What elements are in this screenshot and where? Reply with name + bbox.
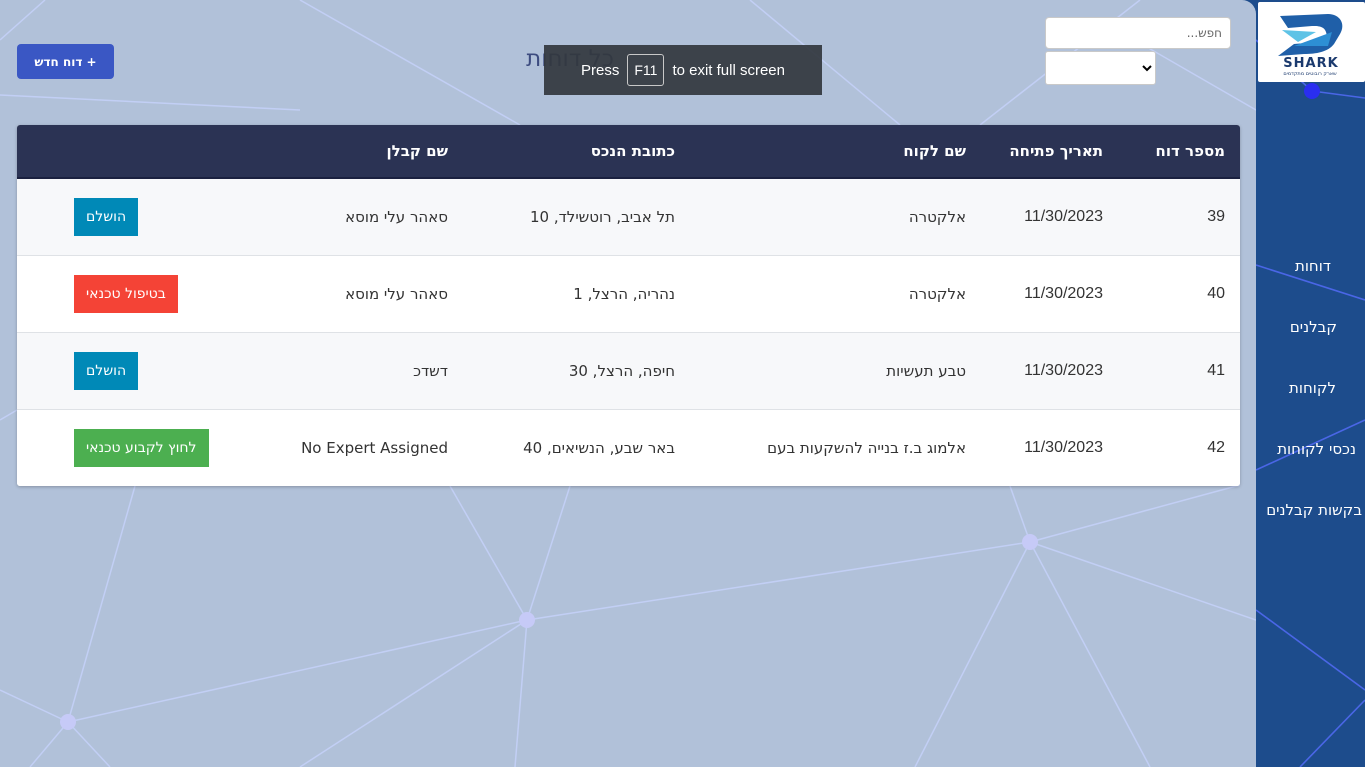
cell-status: לחוץ לקבוע טכנאי — [17, 409, 236, 486]
cell-open-date: 11/30/2023 — [1024, 207, 1103, 225]
table-row[interactable]: 42 11/30/2023 אלמוג ב.ז בנייה להשקעות בע… — [17, 409, 1240, 486]
cell-open-date: 11/30/2023 — [1024, 284, 1103, 302]
table-row[interactable]: 40 11/30/2023 אלקטרה נהריה, הרצל, 1 סאהר… — [17, 255, 1240, 332]
status-button[interactable]: לחוץ לקבוע טכנאי — [74, 428, 209, 467]
cell-contractor-name: סאהר עלי מוסא — [345, 207, 448, 226]
status-button[interactable]: הושלם — [74, 197, 139, 236]
table-row[interactable]: 39 11/30/2023 אלקטרה תל אביב, רוטשילד, 1… — [17, 178, 1240, 255]
sidebar-item-contractors[interactable]: קבלנים — [1290, 318, 1337, 336]
header-status — [17, 125, 236, 179]
cell-report-number: 41 — [1207, 361, 1225, 379]
cell-client-name: טבע תעשיות — [886, 361, 966, 380]
cell-report-number: 40 — [1207, 284, 1225, 302]
cell-status: הושלם — [17, 332, 236, 409]
cell-contractor-name: No Expert Assigned — [301, 438, 448, 457]
cell-open-date: 11/30/2023 — [1024, 361, 1103, 379]
status-button[interactable]: בטיפול טכנאי — [74, 274, 178, 313]
cell-property-address: תל אביב, רוטשילד, 10 — [529, 207, 675, 226]
cell-report-number: 42 — [1207, 438, 1225, 456]
header-client-name[interactable]: שם לקוח — [690, 125, 981, 179]
reports-table: מספר דוח תאריך פתיחה שם לקוח כתובת הנכס … — [17, 125, 1240, 486]
fullscreen-press-text: Press — [581, 61, 620, 79]
header-contractor-name[interactable]: שם קבלן — [236, 125, 463, 179]
cell-open-date: 11/30/2023 — [1024, 438, 1103, 456]
fullscreen-notice: Press F11 to exit full screen — [544, 45, 822, 95]
sidebar-item-client-properties[interactable]: נכסי לקוחות — [1277, 440, 1356, 458]
cell-property-address: נהריה, הרצל, 1 — [573, 284, 675, 303]
sidebar-item-reports[interactable]: דוחות — [1295, 257, 1331, 275]
status-button[interactable]: הושלם — [74, 351, 139, 390]
f11-key: F11 — [627, 54, 665, 86]
table-row[interactable]: 41 11/30/2023 טבע תעשיות חיפה, הרצל, 30 … — [17, 332, 1240, 409]
sidebar-item-clients[interactable]: לקוחות — [1289, 379, 1336, 397]
cell-property-address: חיפה, הרצל, 30 — [568, 361, 675, 380]
sidebar: דוחות קבלנים לקוחות נכסי לקוחות בקשות קב… — [1256, 0, 1365, 767]
new-report-button[interactable]: דוח חדש + — [17, 44, 114, 79]
header-open-date[interactable]: תאריך פתיחה — [981, 125, 1118, 179]
header-property-address[interactable]: כתובת הנכס — [463, 125, 690, 179]
cell-client-name: אלקטרה — [908, 284, 966, 303]
search-input[interactable] — [1045, 17, 1231, 49]
cell-property-address: באר שבע, הנשיאים, 40 — [523, 438, 675, 457]
header-report-number[interactable]: מספר דוח — [1118, 125, 1240, 179]
sidebar-item-contractor-requests[interactable]: בקשות קבלנים — [1266, 501, 1362, 519]
cell-report-number: 39 — [1207, 207, 1225, 225]
cell-contractor-name: סאהר עלי מוסא — [345, 284, 448, 303]
filter-select[interactable] — [1045, 51, 1156, 85]
cell-client-name: אלמוג ב.ז בנייה להשקעות בעם — [767, 438, 966, 457]
table-header-row: מספר דוח תאריך פתיחה שם לקוח כתובת הנכס … — [17, 125, 1240, 179]
cell-contractor-name: דשדכ — [413, 361, 448, 380]
cell-status: הושלם — [17, 178, 236, 255]
cell-client-name: אלקטרה — [908, 207, 966, 226]
fullscreen-message: to exit full screen — [672, 61, 785, 79]
cell-status: בטיפול טכנאי — [17, 255, 236, 332]
